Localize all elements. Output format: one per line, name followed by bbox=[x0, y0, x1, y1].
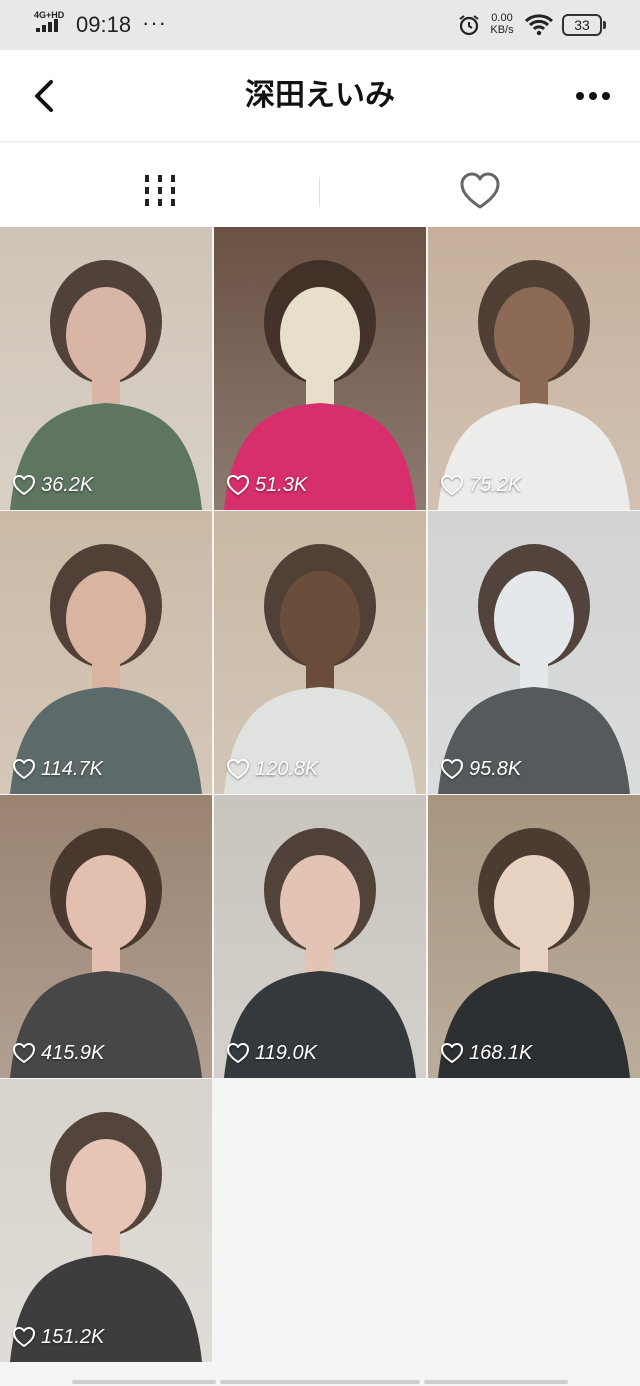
notification-dots: ··· bbox=[142, 10, 167, 35]
network-speed: 0.00 KB/s bbox=[486, 12, 518, 36]
post-image bbox=[0, 1079, 212, 1362]
clock: 09:18 bbox=[76, 12, 132, 37]
network-indicator: 4G+HD bbox=[34, 10, 68, 36]
post-thumbnail[interactable]: 114.7K bbox=[0, 511, 212, 794]
like-count-label: 36.2K bbox=[41, 473, 94, 496]
like-count: 168.1K bbox=[440, 1040, 532, 1066]
post-image bbox=[428, 227, 640, 510]
like-count: 95.8K bbox=[440, 756, 521, 782]
scroll-indicator bbox=[220, 1380, 420, 1384]
tab-posts[interactable] bbox=[0, 143, 320, 227]
like-count-label: 168.1K bbox=[469, 1041, 533, 1064]
heart-outline-icon bbox=[460, 172, 500, 209]
like-count-label: 75.2K bbox=[469, 473, 522, 496]
post-thumbnail[interactable]: 95.8K bbox=[428, 511, 640, 794]
like-count-label: 95.8K bbox=[469, 757, 522, 780]
post-thumbnail[interactable]: 168.1K bbox=[428, 795, 640, 1078]
like-count: 75.2K bbox=[440, 472, 521, 498]
heart-icon bbox=[13, 1043, 35, 1063]
post-thumbnail[interactable]: 120.8K bbox=[214, 511, 426, 794]
like-count-label: 114.7K bbox=[41, 757, 103, 780]
like-count: 51.3K bbox=[226, 472, 307, 498]
post-thumbnail[interactable]: 119.0K bbox=[214, 795, 426, 1078]
heart-icon bbox=[13, 475, 35, 495]
wifi-icon bbox=[524, 12, 554, 41]
like-count-label: 120.8K bbox=[255, 757, 319, 780]
post-image bbox=[428, 795, 640, 1078]
page-title: 深田えいみ bbox=[245, 79, 395, 112]
post-thumbnail[interactable]: 51.3K bbox=[214, 227, 426, 510]
post-thumbnail[interactable]: 151.2K bbox=[0, 1079, 212, 1362]
like-count: 120.8K bbox=[226, 756, 318, 782]
like-count: 114.7K bbox=[12, 756, 103, 782]
like-count: 36.2K bbox=[12, 472, 93, 498]
scroll-indicator bbox=[424, 1380, 568, 1384]
heart-icon bbox=[13, 1327, 35, 1347]
like-count: 415.9K bbox=[12, 1040, 104, 1066]
more-options-button[interactable] bbox=[572, 80, 614, 112]
heart-icon bbox=[227, 475, 249, 495]
heart-icon bbox=[441, 475, 463, 495]
like-count: 119.0K bbox=[226, 1040, 317, 1066]
post-image bbox=[214, 511, 426, 794]
post-image bbox=[0, 511, 212, 794]
battery-level: 33 bbox=[574, 17, 590, 33]
heart-icon bbox=[441, 759, 463, 779]
heart-icon bbox=[227, 759, 249, 779]
more-horizontal-icon bbox=[576, 92, 610, 100]
post-thumbnail[interactable]: 36.2K bbox=[0, 227, 212, 510]
top-navigation-bar: 深田えいみ bbox=[0, 50, 640, 142]
post-image bbox=[214, 227, 426, 510]
like-count-label: 51.3K bbox=[255, 473, 308, 496]
like-count-label: 119.0K bbox=[255, 1041, 317, 1064]
heart-icon bbox=[13, 759, 35, 779]
like-count-label: 415.9K bbox=[41, 1041, 105, 1064]
battery-icon: 33 bbox=[562, 14, 606, 36]
grid-columns-icon bbox=[145, 175, 175, 206]
back-button[interactable] bbox=[26, 76, 66, 116]
speed-value: 0.00 bbox=[491, 12, 513, 24]
heart-icon bbox=[227, 1043, 249, 1063]
post-image bbox=[0, 227, 212, 510]
alarm-icon bbox=[457, 13, 481, 42]
like-count: 151.2K bbox=[12, 1324, 104, 1350]
network-type-label: 4G+HD bbox=[34, 10, 65, 20]
speed-unit: KB/s bbox=[490, 24, 514, 36]
scroll-indicator bbox=[72, 1380, 216, 1384]
post-thumbnail[interactable]: 415.9K bbox=[0, 795, 212, 1078]
tab-liked[interactable] bbox=[320, 143, 640, 227]
post-image bbox=[428, 511, 640, 794]
chevron-left-icon bbox=[35, 80, 53, 112]
post-image bbox=[0, 795, 212, 1078]
status-bar: 4G+HD 09:18 ··· 0.00 KB/s 33 bbox=[0, 0, 640, 50]
heart-icon bbox=[441, 1043, 463, 1063]
post-thumbnail[interactable]: 75.2K bbox=[428, 227, 640, 510]
content-tabs bbox=[0, 143, 640, 227]
post-image bbox=[214, 795, 426, 1078]
like-count-label: 151.2K bbox=[41, 1325, 105, 1348]
